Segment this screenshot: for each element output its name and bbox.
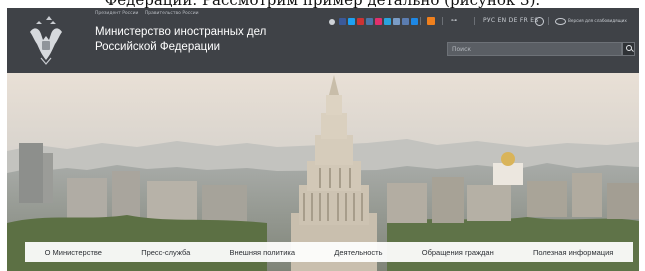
- gear-icon[interactable]: [329, 18, 335, 25]
- top-links: Президент России Правительство России: [95, 11, 204, 16]
- divider: [548, 17, 549, 25]
- social-icon[interactable]: [357, 18, 364, 25]
- nav-item-foreign-policy[interactable]: Внешняя политика: [229, 248, 295, 257]
- glasses-icon[interactable]: ⊶: [451, 18, 461, 24]
- language-switcher[interactable]: РУС EN DE FR ES: [483, 17, 539, 24]
- globe-icon[interactable]: [535, 17, 544, 26]
- ministry-name-line2: Российской Федерации: [95, 41, 221, 53]
- search-icon[interactable]: [622, 42, 635, 56]
- social-icon[interactable]: [366, 18, 373, 25]
- divider: [420, 17, 421, 25]
- site-header: Президент России Правительство России Ми…: [7, 8, 639, 73]
- nav-item-activities[interactable]: Деятельность: [334, 248, 382, 257]
- ministry-name[interactable]: Министерство иностранных дел Российской …: [95, 25, 266, 55]
- website: Президент России Правительство России Ми…: [7, 8, 639, 271]
- top-link-government[interactable]: Правительство России: [145, 11, 199, 16]
- accessibility-version-link[interactable]: Версия для слабовидящих: [568, 18, 627, 23]
- nav-item-about[interactable]: О Министерстве: [45, 248, 102, 257]
- social-icon[interactable]: [393, 18, 400, 25]
- social-icon[interactable]: [375, 18, 382, 25]
- nav-item-useful-info[interactable]: Полезная информация: [533, 248, 613, 257]
- divider: [442, 17, 443, 25]
- divider: [474, 17, 475, 25]
- social-icon[interactable]: [339, 18, 346, 25]
- top-link-president[interactable]: Президент России: [95, 11, 138, 16]
- eye-icon[interactable]: [555, 18, 566, 25]
- nav-item-press[interactable]: Пресс-служба: [141, 248, 190, 257]
- social-icon[interactable]: [384, 18, 391, 25]
- ministry-name-line1: Министерство иностранных дел: [95, 26, 267, 38]
- search-input[interactable]: Поиск: [447, 42, 622, 56]
- coat-of-arms-icon[interactable]: [25, 14, 67, 66]
- nav-item-citizen-appeals[interactable]: Обращения граждан: [422, 248, 494, 257]
- social-icon[interactable]: [348, 18, 355, 25]
- social-links: [329, 17, 418, 26]
- main-navigation: О Министерстве Пресс-служба Внешняя поли…: [25, 242, 633, 262]
- rss-icon[interactable]: [427, 17, 435, 25]
- social-icon[interactable]: [402, 18, 409, 25]
- social-icon[interactable]: [411, 18, 418, 25]
